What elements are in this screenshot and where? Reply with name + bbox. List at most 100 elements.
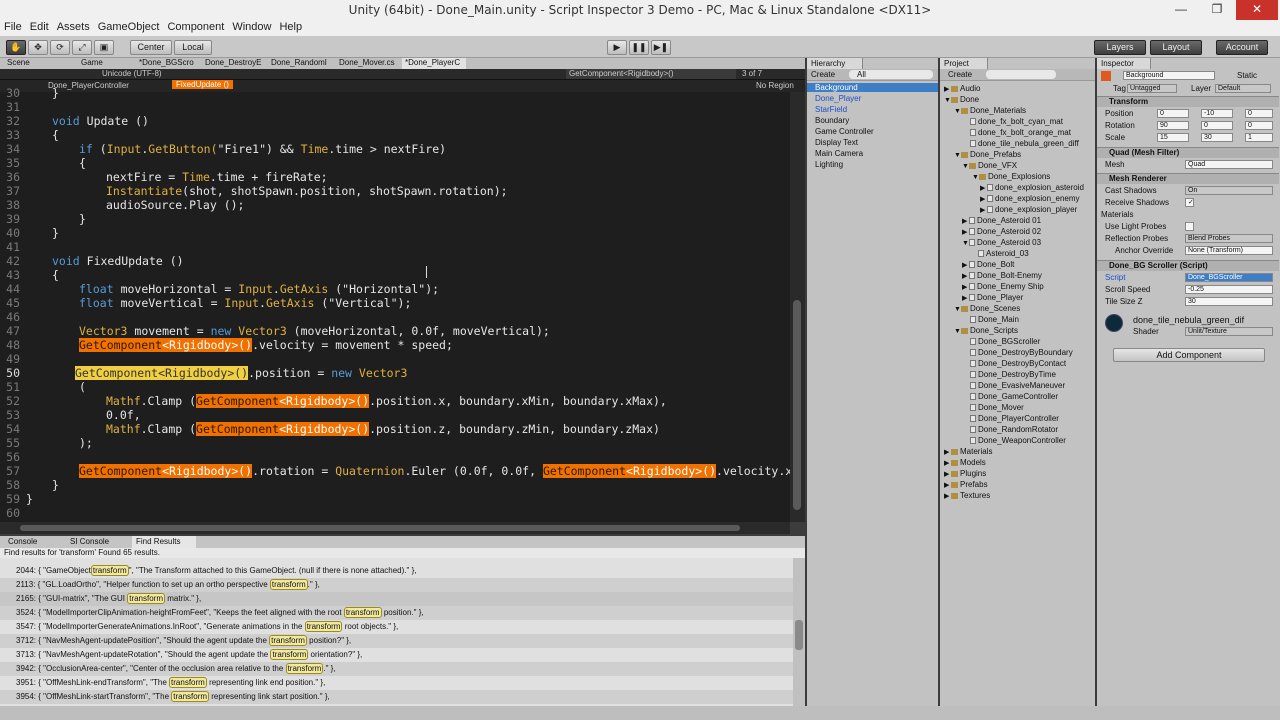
anchor-override-field[interactable]: None (Transform) [1185,246,1273,255]
pivot-center-button[interactable]: Center [130,40,172,55]
project-asset[interactable]: ▼ Done_Asteroid 03 [962,238,1041,247]
scroll-speed-field[interactable]: -0.25 [1185,285,1273,294]
position-z-field[interactable]: 0 [1245,109,1273,118]
results-scroll-thumb[interactable] [795,620,803,650]
project-asset[interactable]: Done_DestroyByContact [970,359,1066,368]
menu-edit[interactable]: Edit [26,20,53,33]
project-asset[interactable]: ▶ Done_Player [962,293,1023,302]
tab-si-console[interactable]: SI Console [66,536,130,548]
project-folder[interactable]: ▼ Done_Scenes [954,304,1020,313]
project-tab[interactable]: Project [940,58,988,69]
scale-y-field[interactable]: 30 [1201,133,1233,142]
project-folder[interactable]: ▶ Models [944,458,986,467]
project-folder[interactable]: ▶ Materials [944,447,992,456]
menu-window[interactable]: Window [228,20,275,33]
project-asset[interactable]: Done_PlayerController [970,414,1059,423]
scale-z-field[interactable]: 1 [1245,133,1273,142]
project-folder[interactable]: ▶ Textures [944,491,990,500]
project-folder[interactable]: ▼ Done_Prefabs [954,150,1021,159]
project-asset[interactable]: done_tile_nebula_green_diff [970,139,1079,148]
project-folder[interactable]: ▼ Done [944,95,979,104]
project-asset[interactable]: ▶ done_explosion_player [980,205,1077,214]
encoding-label[interactable]: Unicode (UTF-8) [102,69,162,78]
layer-dropdown[interactable]: Default [1215,84,1271,93]
editor-horizontal-scroll-thumb[interactable] [20,525,740,531]
project-folder[interactable]: ▶ Prefabs [944,480,988,489]
project-asset[interactable]: Done_GameController [970,392,1058,401]
tab-scene[interactable]: Scene [4,58,74,69]
rotate-tool-icon[interactable]: ⟳ [50,40,70,55]
search-field[interactable]: GetComponent<Rigidbody>() [566,69,736,79]
scale-x-field[interactable]: 15 [1157,133,1189,142]
result-row[interactable]: 3954: { "OffMeshLink-startTransform", "T… [0,690,793,704]
project-asset[interactable]: ▶ Done_Asteroid 02 [962,227,1041,236]
project-asset[interactable]: Done_DestroyByBoundary [970,348,1073,357]
project-folder[interactable]: ▼ Done_Scripts [954,326,1018,335]
script-field[interactable]: Done_BGScroller [1185,273,1273,282]
static-checkbox-label[interactable]: Static [1237,71,1257,80]
project-asset[interactable]: ▶ done_explosion_enemy [980,194,1080,203]
tab-playercontroller[interactable]: *Done_PlayerC [402,58,466,69]
project-folder[interactable]: ▼ Done_Materials [954,106,1026,115]
rotation-z-field[interactable]: 0 [1245,121,1273,130]
layers-dropdown[interactable]: Layers [1094,40,1146,55]
hierarchy-item-starfield[interactable]: StarField [815,105,847,114]
project-asset[interactable]: Done_BGScroller [970,337,1040,346]
hierarchy-item-background[interactable]: Background [807,83,938,92]
materials-foldout[interactable]: Materials [1101,210,1133,219]
mesh-field[interactable]: Quad [1185,160,1273,169]
tab-find-results[interactable]: Find Results [132,536,196,548]
result-row-selected[interactable]: 2165: { "GUI-matrix", "The GUI transform… [0,592,793,606]
project-asset[interactable]: Done_DestroyByTime [970,370,1056,379]
hierarchy-item-done-player[interactable]: Done_Player [815,94,861,103]
project-asset[interactable]: ▶ Done_Bolt-Enemy [962,271,1042,280]
project-asset[interactable]: Done_Mover [970,403,1024,412]
layout-dropdown[interactable]: Layout [1150,40,1202,55]
tab-console[interactable]: Console [4,536,64,548]
project-asset[interactable]: ▶ Done_Bolt [962,260,1014,269]
pivot-local-button[interactable]: Local [174,40,212,55]
project-folder[interactable]: ▶ Plugins [944,469,986,478]
add-component-button[interactable]: Add Component [1113,348,1265,362]
shader-dropdown[interactable]: Unlit/Texture [1185,327,1273,336]
close-button[interactable]: ✕ [1236,0,1278,20]
project-asset[interactable]: Done_RandomRotator [970,425,1058,434]
hierarchy-item-display-text[interactable]: Display Text [815,138,858,147]
scale-tool-icon[interactable]: ⤢ [72,40,92,55]
project-asset[interactable]: Done_WeaponController [970,436,1066,445]
rect-tool-icon[interactable]: ▣ [94,40,114,55]
tile-size-field[interactable]: 30 [1185,297,1273,306]
breadcrumb-method[interactable]: FixedUpdate () [172,80,233,89]
project-folder[interactable]: ▼ Done_Explosions [972,172,1050,181]
result-row[interactable]: 3951: { "OffMeshLink-endTransform", "The… [0,676,793,690]
region-label[interactable]: No Region [756,81,794,90]
result-row[interactable]: 3942: { "OcclusionArea-center", "Center … [0,662,793,676]
maximize-button[interactable]: ❐ [1200,0,1234,20]
menu-assets[interactable]: Assets [53,20,94,33]
project-create-button[interactable]: Create [948,70,972,79]
inspector-tab[interactable]: Inspector [1097,58,1151,69]
play-button[interactable]: ▶ [607,40,627,55]
project-asset[interactable]: ▶ Done_Asteroid 01 [962,216,1041,225]
breadcrumb-class[interactable]: Done_PlayerController [48,81,129,90]
menu-gameobject[interactable]: GameObject [94,20,164,33]
project-asset[interactable]: Done_Main [970,315,1019,324]
position-y-field[interactable]: -10 [1201,109,1233,118]
project-asset[interactable]: ▶ done_explosion_asteroid [980,183,1084,192]
pause-button[interactable]: ❚❚ [629,40,649,55]
menu-file[interactable]: File [0,20,26,33]
menu-component[interactable]: Component [163,20,228,33]
hierarchy-create-button[interactable]: Create [811,70,835,79]
mesh-filter-header[interactable]: Quad (Mesh Filter) [1097,147,1279,158]
project-folder[interactable]: ▶ Audio [944,84,980,93]
tab-random[interactable]: Done_Randoml [268,58,334,69]
tag-dropdown[interactable]: Untagged [1127,84,1177,93]
editor-vertical-scroll-thumb[interactable] [793,300,801,510]
minimize-button[interactable]: — [1164,0,1198,20]
use-light-probes-checkbox[interactable] [1185,222,1194,231]
tab-bgscroller[interactable]: *Done_BGScro [136,58,200,69]
tab-destroy[interactable]: Done_DestroyE [202,58,266,69]
reflection-probes-dropdown[interactable]: Blend Probes [1185,234,1273,243]
rotation-y-field[interactable]: 0 [1201,121,1233,130]
hierarchy-item-main-camera[interactable]: Main Camera [815,149,863,158]
